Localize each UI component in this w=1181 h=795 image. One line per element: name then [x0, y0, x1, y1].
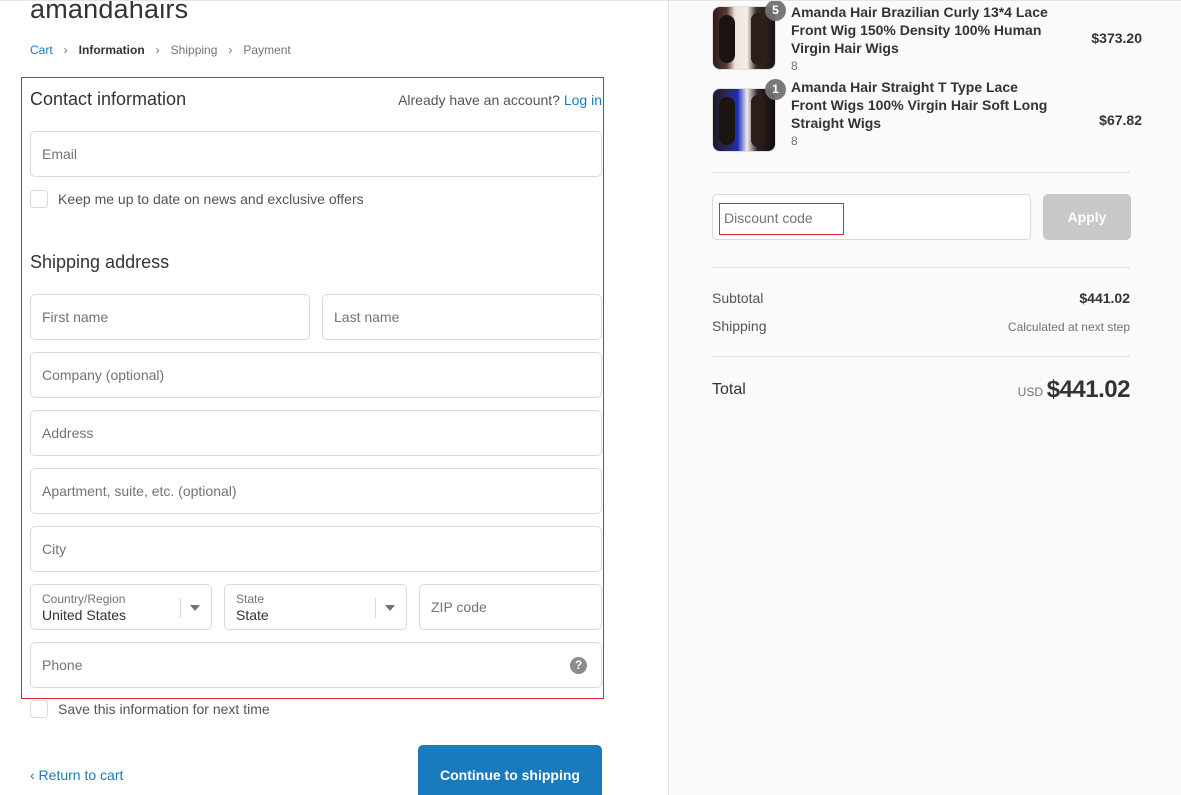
order-summary: 5 Amanda Hair Brazilian Curly 13*4 Lace … [668, 0, 1181, 795]
first-name-placeholder: First name [42, 309, 109, 325]
product-thumbnail [712, 88, 776, 152]
checkout-main: amandahairs Cart › Information › Shippin… [0, 0, 668, 795]
product-price: $67.82 [1099, 112, 1142, 128]
divider [712, 267, 1130, 268]
return-to-cart-link[interactable]: ‹ Return to cart [30, 767, 123, 783]
currency-code: USD [1017, 385, 1043, 399]
order-item: 1 Amanda Hair Straight T Type Lace Front… [712, 79, 1142, 154]
product-price: $373.20 [1091, 30, 1142, 46]
breadcrumb: Cart › Information › Shipping › Payment [30, 43, 291, 57]
continue-to-shipping-button[interactable]: Continue to shipping [418, 745, 602, 795]
breadcrumb-cart[interactable]: Cart [30, 43, 53, 57]
apply-button[interactable]: Apply [1043, 194, 1131, 240]
order-item: 5 Amanda Hair Brazilian Curly 13*4 Lace … [712, 0, 1142, 73]
quantity-badge: 1 [765, 79, 786, 100]
city-placeholder: City [42, 541, 67, 557]
chevron-right-icon: › [63, 43, 68, 57]
email-field[interactable]: Email [30, 131, 602, 177]
subtotal-label: Subtotal [712, 290, 764, 306]
quantity-badge: 5 [765, 0, 786, 21]
save-info-row: Save this information for next time [30, 700, 270, 718]
address-placeholder: Address [42, 425, 94, 441]
newsletter-label: Keep me up to date on news and exclusive… [58, 191, 364, 207]
state-label: State [236, 591, 265, 606]
total-label: Total [712, 381, 746, 398]
have-account-text: Already have an account? [398, 92, 560, 108]
zip-field[interactable]: ZIP code [419, 584, 602, 630]
breadcrumb-shipping: Shipping [170, 43, 218, 57]
company-placeholder: Company (optional) [42, 367, 165, 383]
product-title: Amanda Hair Straight T Type Lace Front W… [791, 79, 1048, 131]
shop-name[interactable]: amandahairs [30, 0, 188, 25]
city-field[interactable]: City [30, 526, 602, 572]
subtotal-value: $441.02 [1079, 290, 1130, 306]
caret-down-icon [190, 605, 200, 611]
newsletter-checkbox[interactable] [30, 190, 48, 208]
last-name-placeholder: Last name [334, 309, 400, 325]
caret-down-icon [385, 605, 395, 611]
state-value: State [236, 606, 269, 623]
top-border [0, 0, 1181, 1]
email-placeholder: Email [42, 146, 78, 162]
save-info-checkbox[interactable] [30, 700, 48, 718]
total-amount: $441.02 [1046, 376, 1131, 403]
save-info-label: Save this information for next time [58, 701, 270, 717]
address-field[interactable]: Address [30, 410, 602, 456]
state-select[interactable]: State State [224, 584, 407, 630]
divider [712, 172, 1130, 173]
contact-title: Contact information [30, 89, 187, 109]
country-label: Country/Region [42, 591, 126, 606]
company-field[interactable]: Company (optional) [30, 352, 602, 398]
first-name-field[interactable]: First name [30, 294, 310, 340]
shipping-label: Shipping [712, 318, 767, 334]
zip-placeholder: ZIP code [431, 599, 487, 615]
last-name-field[interactable]: Last name [322, 294, 602, 340]
phone-field[interactable]: Phone ? [30, 642, 602, 688]
continue-label: Continue to shipping [440, 766, 580, 783]
phone-placeholder: Phone [42, 657, 83, 673]
shipping-value: Calculated at next step [1007, 320, 1130, 334]
country-value: United States [42, 606, 127, 623]
divider [712, 356, 1130, 357]
login-prompt: Already have an account? Log in [398, 92, 602, 108]
breadcrumb-information: Information [78, 43, 145, 57]
chevron-right-icon: › [155, 43, 160, 57]
product-variant: 8 [791, 134, 798, 148]
apartment-placeholder: Apartment, suite, etc. (optional) [42, 483, 237, 499]
product-title: Amanda Hair Brazilian Curly 13*4 Lace Fr… [791, 4, 1048, 56]
newsletter-row: Keep me up to date on news and exclusive… [30, 190, 364, 208]
chevron-right-icon: › [228, 43, 233, 57]
apartment-field[interactable]: Apartment, suite, etc. (optional) [30, 468, 602, 514]
country-select[interactable]: Country/Region United States [30, 584, 212, 630]
breadcrumb-payment: Payment [243, 43, 291, 57]
select-divider [375, 598, 376, 618]
login-link[interactable]: Log in [564, 92, 602, 108]
select-divider [180, 598, 181, 618]
shipping-title: Shipping address [30, 252, 170, 272]
product-variant: 8 [791, 59, 798, 73]
help-icon[interactable]: ? [570, 657, 587, 674]
annotation-box-discount [719, 203, 844, 235]
